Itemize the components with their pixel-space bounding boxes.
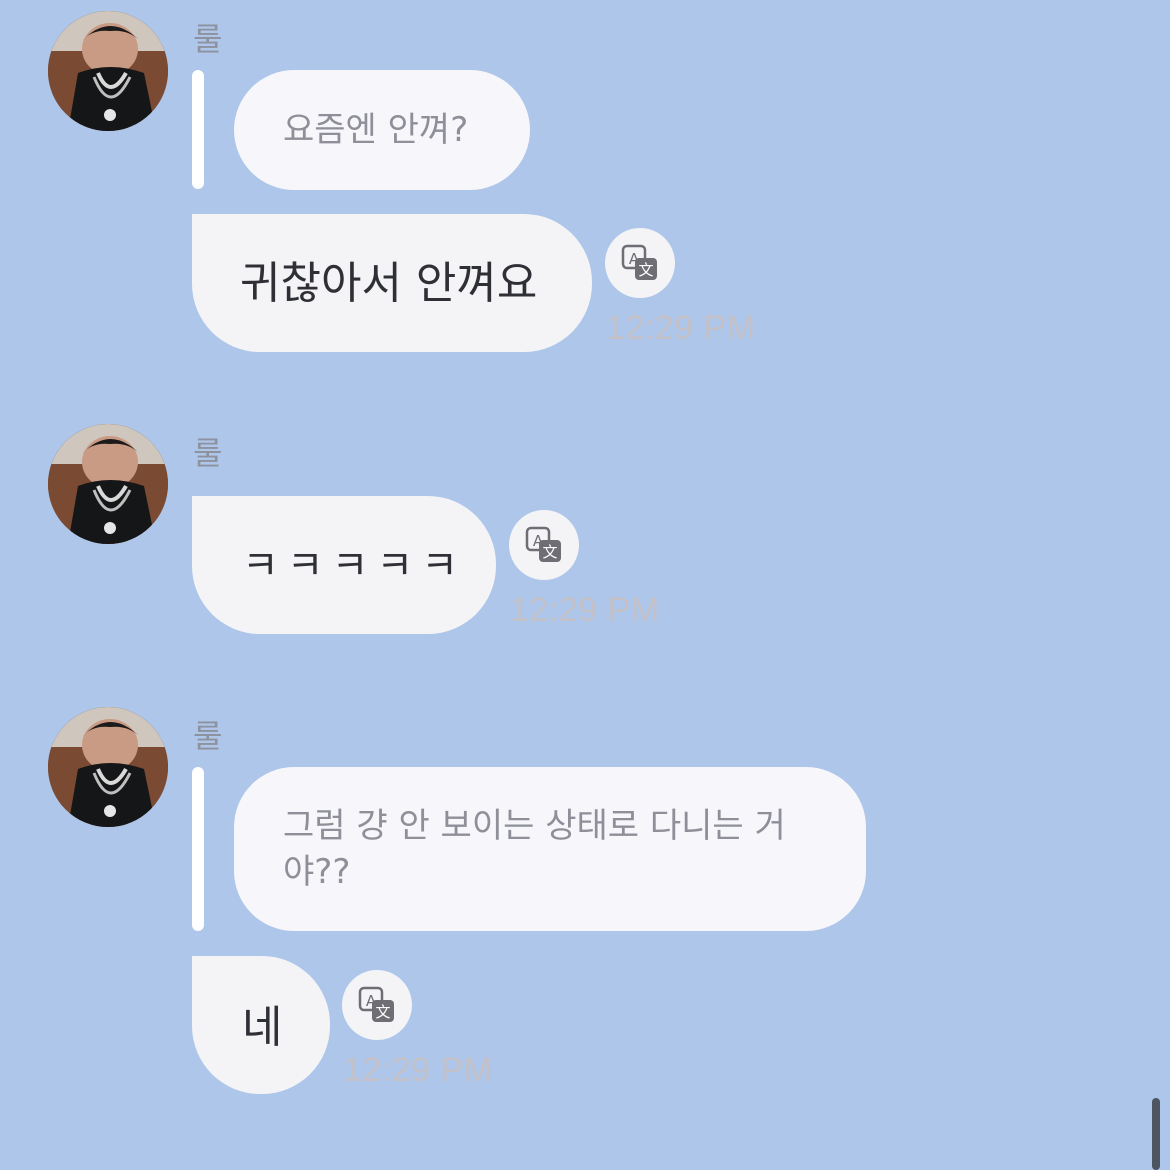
message-bubble[interactable]: 네 xyxy=(192,956,330,1094)
translate-button[interactable]: A 文 xyxy=(342,970,412,1040)
svg-text:文: 文 xyxy=(638,261,653,279)
translate-icon: A 文 xyxy=(358,986,394,1022)
avatar-photo xyxy=(48,11,168,131)
sender-avatar[interactable] xyxy=(48,11,168,131)
translate-button[interactable]: A 文 xyxy=(605,228,675,298)
message-timestamp: 12:29 PM xyxy=(510,591,660,629)
sender-name: 룰 xyxy=(193,717,223,755)
avatar-photo xyxy=(48,424,168,544)
svg-text:文: 文 xyxy=(542,543,557,561)
translate-button[interactable]: A 文 xyxy=(509,510,579,580)
reply-indicator xyxy=(192,70,204,189)
translate-icon: A 文 xyxy=(621,244,657,280)
chat-view: 룰 요즘엔 안껴? 귀찮아서 안껴요 A 文 12:29 PM 룰 ㅋㅋㅋㅋㅋ … xyxy=(0,0,1170,1170)
sender-avatar[interactable] xyxy=(48,424,168,544)
scrollbar[interactable] xyxy=(1152,1098,1160,1170)
message-bubble[interactable]: 귀찮아서 안껴요 xyxy=(192,214,592,352)
quoted-message[interactable]: 요즘엔 안껴? xyxy=(234,70,530,190)
sender-name: 룰 xyxy=(193,20,223,58)
sender-avatar[interactable] xyxy=(48,707,168,827)
message-timestamp: 12:29 PM xyxy=(606,309,756,347)
message-timestamp: 12:29 PM xyxy=(343,1051,493,1089)
quoted-message[interactable]: 그럼 걍 안 보이는 상태로 다니는 거야?? xyxy=(234,767,866,931)
reply-indicator xyxy=(192,767,204,931)
avatar-photo xyxy=(48,707,168,827)
message-bubble[interactable]: ㅋㅋㅋㅋㅋ xyxy=(192,496,496,634)
sender-name: 룰 xyxy=(193,434,223,472)
svg-text:文: 文 xyxy=(375,1003,390,1021)
translate-icon: A 文 xyxy=(525,526,561,562)
